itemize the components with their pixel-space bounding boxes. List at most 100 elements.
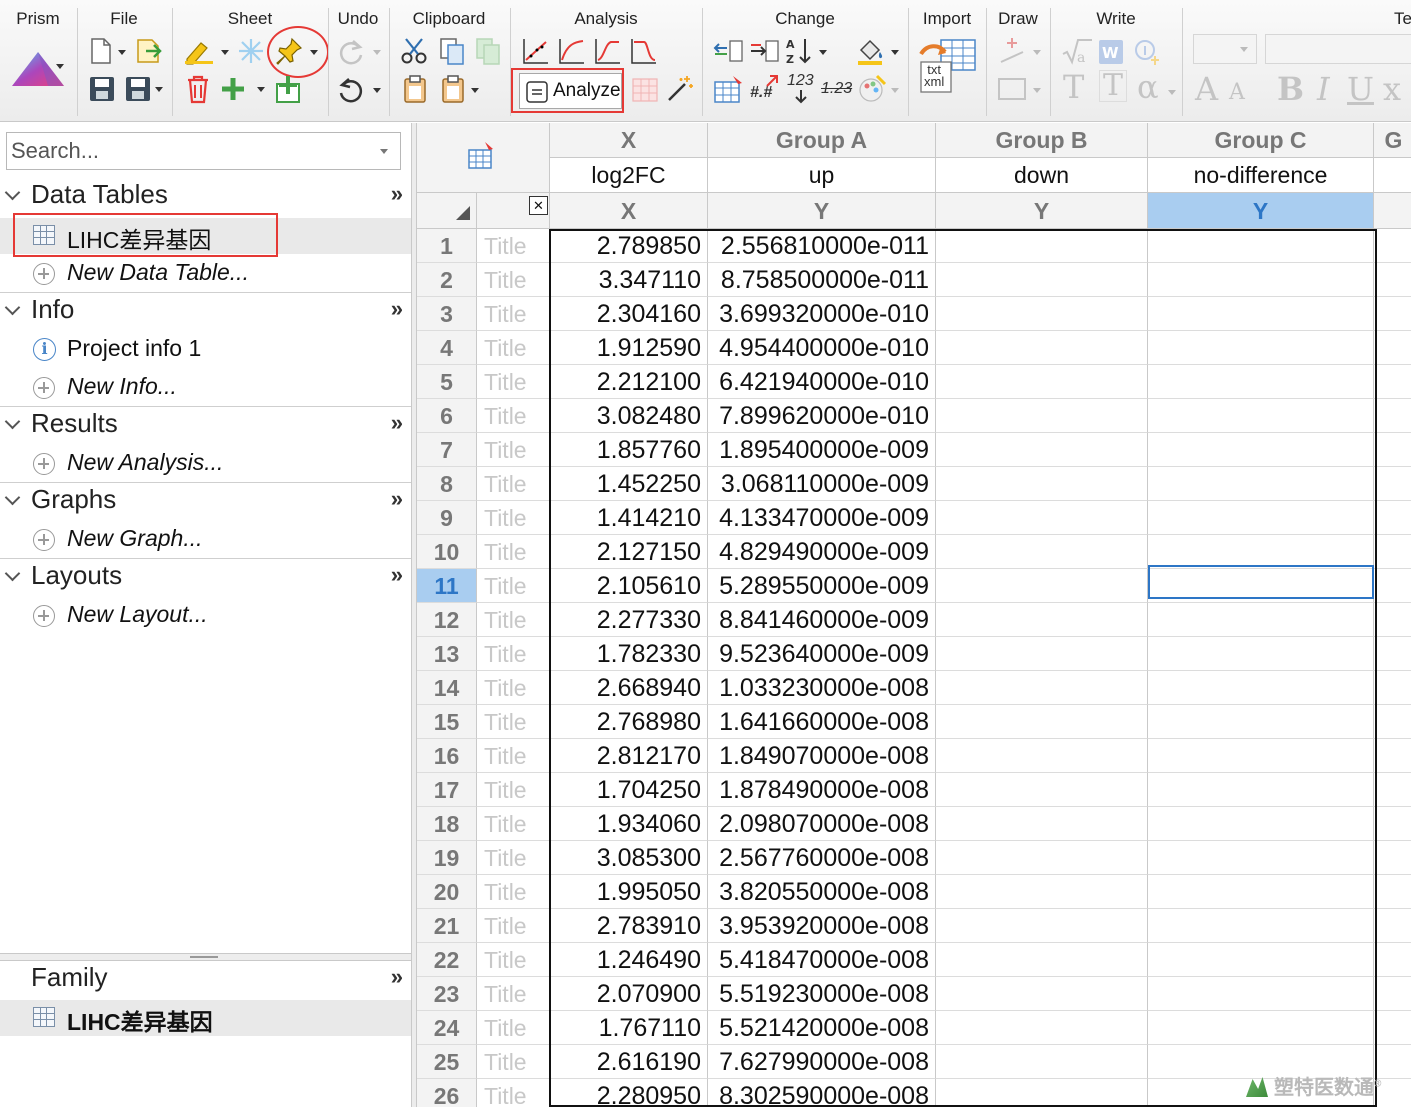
- column-type-header[interactable]: Y: [936, 193, 1148, 229]
- row-number[interactable]: 20: [417, 875, 477, 909]
- chevron-down-icon[interactable]: [118, 50, 126, 55]
- analyze-button[interactable]: Analyze: [519, 73, 622, 109]
- bold-icon[interactable]: B: [1277, 70, 1304, 108]
- group-d-value-cell[interactable]: [1374, 501, 1411, 535]
- close-icon[interactable]: ✕: [529, 196, 548, 215]
- group-a-value-cell[interactable]: 3.699320000e-010: [708, 297, 936, 331]
- group-b-value-cell[interactable]: [936, 467, 1148, 501]
- group-b-value-cell[interactable]: [936, 535, 1148, 569]
- insert-sheet-icon[interactable]: [274, 74, 306, 104]
- row-title-cell[interactable]: Title: [477, 399, 550, 433]
- x-value-cell[interactable]: 1.912590: [550, 331, 708, 365]
- font-grow-icon[interactable]: A: [1195, 70, 1218, 108]
- row-title-cell[interactable]: Title: [477, 773, 550, 807]
- draw-rectangle-icon[interactable]: [997, 76, 1027, 102]
- font-name-select[interactable]: [1265, 34, 1411, 64]
- add-plus-icon[interactable]: [219, 75, 247, 103]
- chevron-down-icon[interactable]: [56, 64, 64, 69]
- group-d-value-cell[interactable]: [1374, 399, 1411, 433]
- group-b-value-cell[interactable]: [936, 569, 1148, 603]
- row-number[interactable]: 19: [417, 841, 477, 875]
- group-c-value-cell[interactable]: [1148, 943, 1374, 977]
- expand-icon[interactable]: »: [391, 410, 403, 436]
- row-number[interactable]: 14: [417, 671, 477, 705]
- group-b-value-cell[interactable]: [936, 739, 1148, 773]
- section-graphs[interactable]: Graphs »: [0, 483, 411, 517]
- row-title-cell[interactable]: Title: [477, 841, 550, 875]
- group-a-value-cell[interactable]: 3.820550000e-008: [708, 875, 936, 909]
- group-c-value-cell[interactable]: [1148, 569, 1374, 603]
- save-as-icon[interactable]: [124, 75, 152, 103]
- x-value-cell[interactable]: 2.768980: [550, 705, 708, 739]
- group-b-value-cell[interactable]: [936, 399, 1148, 433]
- row-title-cell[interactable]: Title: [477, 1079, 550, 1107]
- group-c-value-cell[interactable]: [1148, 467, 1374, 501]
- row-title-cell[interactable]: Title: [477, 637, 550, 671]
- font-size-select[interactable]: [1193, 34, 1257, 64]
- swap-columns-icon[interactable]: [713, 38, 745, 64]
- group-a-value-cell[interactable]: 1.878490000e-008: [708, 773, 936, 807]
- row-number[interactable]: 17: [417, 773, 477, 807]
- expand-icon[interactable]: »: [391, 181, 403, 207]
- group-c-value-cell[interactable]: [1148, 331, 1374, 365]
- group-a-value-cell[interactable]: 5.418470000e-008: [708, 943, 936, 977]
- survival-curve-icon[interactable]: [593, 36, 623, 66]
- group-d-value-cell[interactable]: [1374, 909, 1411, 943]
- group-a-value-cell[interactable]: 5.521420000e-008: [708, 1011, 936, 1045]
- group-c-value-cell[interactable]: [1148, 263, 1374, 297]
- x-value-cell[interactable]: 2.616190: [550, 1045, 708, 1079]
- x-value-cell[interactable]: 1.767110: [550, 1011, 708, 1045]
- group-c-value-cell[interactable]: [1148, 739, 1374, 773]
- row-number[interactable]: 7: [417, 433, 477, 467]
- group-b-value-cell[interactable]: [936, 229, 1148, 263]
- group-d-value-cell[interactable]: [1374, 263, 1411, 297]
- x-value-cell[interactable]: 1.782330: [550, 637, 708, 671]
- group-d-value-cell[interactable]: [1374, 875, 1411, 909]
- group-c-value-cell[interactable]: [1148, 297, 1374, 331]
- section-layouts[interactable]: Layouts »: [0, 559, 411, 593]
- expand-icon[interactable]: »: [391, 964, 403, 990]
- row-title-cell[interactable]: Title: [477, 977, 550, 1011]
- row-number[interactable]: 3: [417, 297, 477, 331]
- nav-item-new-data-table[interactable]: New Data Table...: [0, 256, 411, 292]
- group-a-value-cell[interactable]: 1.641660000e-008: [708, 705, 936, 739]
- open-file-icon[interactable]: [136, 37, 164, 65]
- column-subtitle[interactable]: [1374, 158, 1411, 193]
- group-d-value-cell[interactable]: [1374, 977, 1411, 1011]
- row-title-cell[interactable]: Title: [477, 739, 550, 773]
- row-title-cell[interactable]: Title: [477, 365, 550, 399]
- group-a-value-cell[interactable]: 4.954400000e-010: [708, 331, 936, 365]
- chevron-down-icon[interactable]: [4, 565, 21, 582]
- group-a-value-cell[interactable]: 6.421940000e-010: [708, 365, 936, 399]
- chevron-down-icon[interactable]: [373, 88, 381, 93]
- group-a-value-cell[interactable]: 2.556810000e-011: [708, 229, 936, 263]
- cut-scissors-icon[interactable]: [400, 37, 430, 65]
- column-subtitle[interactable]: up: [708, 158, 936, 193]
- group-d-value-cell[interactable]: [1374, 841, 1411, 875]
- group-a-value-cell[interactable]: 4.133470000e-009: [708, 501, 936, 535]
- group-c-value-cell[interactable]: [1148, 637, 1374, 671]
- group-b-value-cell[interactable]: [936, 297, 1148, 331]
- import-button[interactable]: txt xml: [919, 36, 979, 100]
- row-title-cell[interactable]: Title: [477, 705, 550, 739]
- decimal-format-button[interactable]: 123: [787, 72, 817, 106]
- x-value-cell[interactable]: 3.082480: [550, 399, 708, 433]
- x-value-cell[interactable]: 1.934060: [550, 807, 708, 841]
- delete-trash-icon[interactable]: [185, 74, 211, 104]
- group-a-value-cell[interactable]: 8.302590000e-008: [708, 1079, 936, 1107]
- analysis-table-icon[interactable]: [631, 76, 659, 104]
- x-value-cell[interactable]: 2.277330: [550, 603, 708, 637]
- group-c-value-cell[interactable]: [1148, 501, 1374, 535]
- group-d-value-cell[interactable]: [1374, 331, 1411, 365]
- group-a-value-cell[interactable]: 2.098070000e-008: [708, 807, 936, 841]
- group-b-value-cell[interactable]: [936, 875, 1148, 909]
- group-b-value-cell[interactable]: [936, 943, 1148, 977]
- group-c-value-cell[interactable]: [1148, 841, 1374, 875]
- section-results[interactable]: Results »: [0, 407, 411, 441]
- paste-icon[interactable]: [402, 74, 428, 104]
- row-title-cell[interactable]: Title: [477, 467, 550, 501]
- x-value-cell[interactable]: 3.085300: [550, 841, 708, 875]
- group-b-value-cell[interactable]: [936, 433, 1148, 467]
- x-value-cell[interactable]: 1.414210: [550, 501, 708, 535]
- row-number[interactable]: 11: [417, 569, 477, 603]
